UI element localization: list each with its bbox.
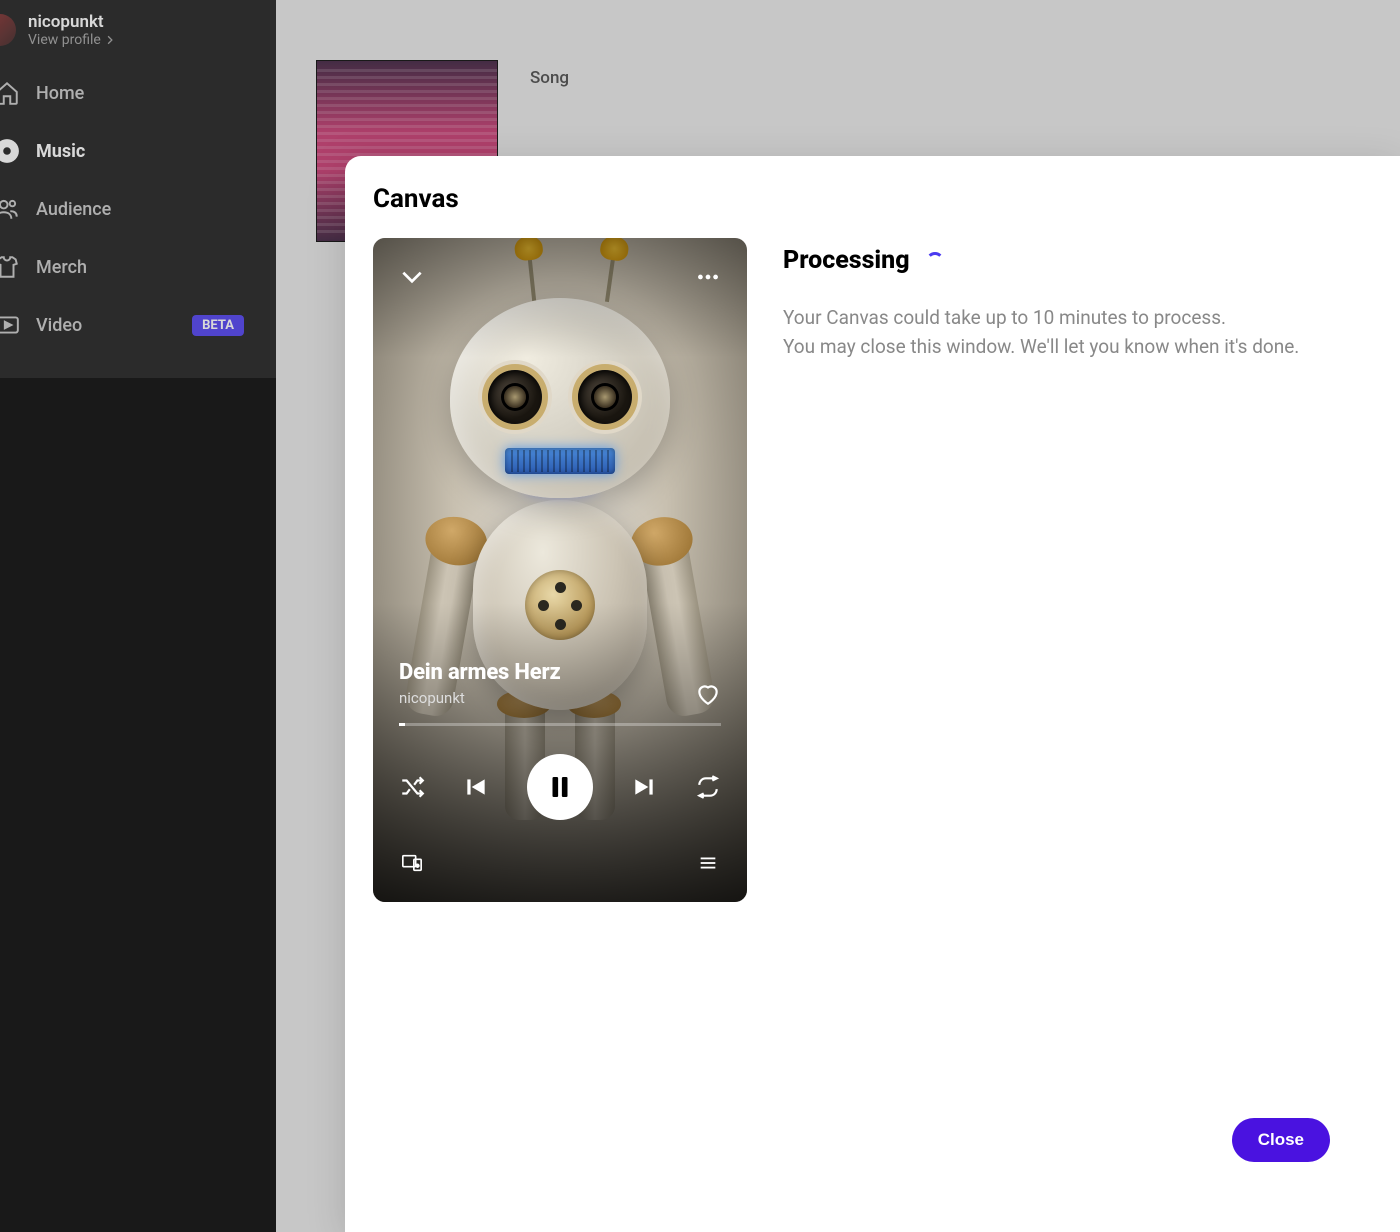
previous-icon[interactable]: [463, 774, 489, 800]
status-message-2: You may close this window. We'll let you…: [783, 332, 1372, 361]
close-button[interactable]: Close: [1232, 1118, 1330, 1162]
canvas-modal: Canvas: [345, 156, 1400, 1232]
modal-title: Canvas: [373, 184, 1372, 214]
status-title: Processing: [783, 246, 910, 275]
status-message-1: Your Canvas could take up to 10 minutes …: [783, 303, 1372, 332]
progress-bar[interactable]: [399, 723, 721, 726]
queue-icon[interactable]: [695, 850, 721, 876]
heart-icon[interactable]: [695, 681, 721, 707]
more-icon[interactable]: [695, 264, 721, 290]
repeat-icon[interactable]: [695, 774, 721, 800]
status-panel: Processing Your Canvas could take up to …: [783, 238, 1372, 1204]
chevron-down-icon[interactable]: [399, 264, 425, 290]
spinner-icon: [926, 252, 944, 270]
canvas-preview: Dein armes Herz nicopunkt: [373, 238, 747, 902]
next-icon[interactable]: [631, 774, 657, 800]
shuffle-icon[interactable]: [399, 774, 425, 800]
track-title: Dein armes Herz: [399, 660, 561, 685]
devices-icon[interactable]: [399, 850, 425, 876]
pause-button[interactable]: [527, 754, 593, 820]
track-artist: nicopunkt: [399, 689, 561, 707]
